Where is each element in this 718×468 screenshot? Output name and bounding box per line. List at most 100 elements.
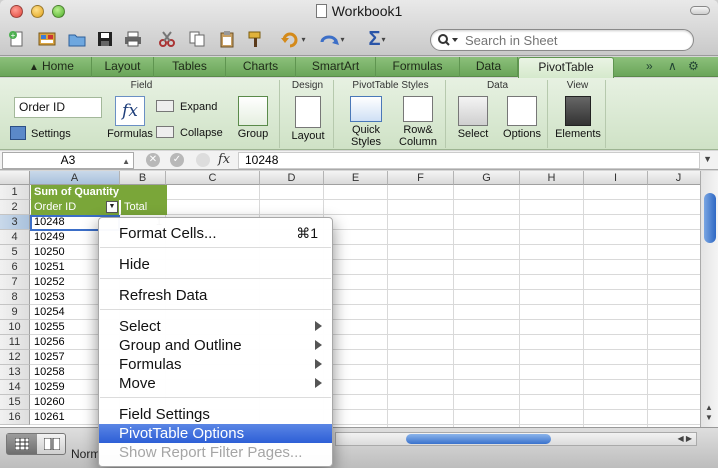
tab-home[interactable]: ▲ Home <box>12 57 92 77</box>
column-header-g[interactable]: G <box>454 171 520 185</box>
layout-button[interactable]: Layout <box>286 96 330 142</box>
tab-layout[interactable]: Layout <box>92 57 154 77</box>
column-header-f[interactable]: F <box>388 171 454 185</box>
redo-button[interactable]: ▾ <box>316 27 348 51</box>
menu-item-pivottable-options[interactable]: PivotTable Options <box>99 424 332 443</box>
column-header-e[interactable]: E <box>324 171 388 185</box>
row-header-1[interactable]: 1 <box>0 185 30 200</box>
formulas-button[interactable]: fx Formulas <box>106 96 154 140</box>
column-header-d[interactable]: D <box>260 171 324 185</box>
row-header-13[interactable]: 13 <box>0 365 30 380</box>
tab-smartart[interactable]: SmartArt <box>296 57 376 77</box>
formula-expand-icon[interactable]: ▼ <box>703 154 712 164</box>
field-settings-button[interactable]: Settings <box>10 126 84 140</box>
column-header-h[interactable]: H <box>520 171 584 185</box>
new-document-button[interactable]: + <box>6 27 28 51</box>
tab-pivottable[interactable]: PivotTable <box>518 57 614 78</box>
menu-item-refresh-data[interactable]: Refresh Data <box>99 286 332 305</box>
field-name-input[interactable]: Order ID <box>14 97 102 118</box>
copy-button[interactable] <box>186 27 208 51</box>
format-painter-button[interactable] <box>244 27 266 51</box>
row-header-11[interactable]: 11 <box>0 335 30 350</box>
fx-icon[interactable]: fx <box>218 152 230 167</box>
quick-styles-button[interactable]: Quick Styles <box>342 96 390 148</box>
row-column-button[interactable]: Row& Column <box>394 96 442 148</box>
tab-tables[interactable]: Tables <box>154 57 226 77</box>
vertical-scrollbar[interactable]: ▲ ▼ <box>700 171 718 427</box>
open-button[interactable] <box>66 27 88 51</box>
name-box[interactable]: A3 ▲▼ <box>2 152 134 181</box>
gallery-icon <box>38 32 56 46</box>
save-button[interactable] <box>94 27 116 51</box>
tab-data[interactable]: Data <box>460 57 518 77</box>
row-header-16[interactable]: 16 <box>0 410 30 425</box>
vertical-scroll-arrows-icon[interactable]: ▲ ▼ <box>705 403 713 423</box>
cut-button[interactable] <box>156 27 178 51</box>
printer-icon <box>125 31 141 47</box>
menu-item-field-settings[interactable]: Field Settings <box>99 405 332 424</box>
row-header-8[interactable]: 8 <box>0 290 30 305</box>
column-header-i[interactable]: I <box>584 171 648 185</box>
row-header-4[interactable]: 4 <box>0 230 30 245</box>
column-header-b[interactable]: B <box>120 171 166 185</box>
row-header-2[interactable]: 2 <box>0 200 30 215</box>
column-header-c[interactable]: C <box>166 171 260 185</box>
vertical-scroll-thumb[interactable] <box>704 193 716 243</box>
collapse-ribbon-icon[interactable]: ∧ <box>668 59 677 73</box>
row-header-10[interactable]: 10 <box>0 320 30 335</box>
options-button[interactable]: Options <box>498 96 546 140</box>
filter-dropdown-icon[interactable]: ▼ <box>106 201 118 213</box>
horizontal-scroll-arrows-icon[interactable]: ◀ ▶ <box>677 434 692 443</box>
expand-button[interactable]: Expand <box>156 100 222 113</box>
menu-item-hide[interactable]: Hide <box>99 255 332 274</box>
collapse-button[interactable]: Collapse <box>156 126 226 139</box>
row-header-9[interactable]: 9 <box>0 305 30 320</box>
select-button[interactable]: Select <box>452 96 494 140</box>
elements-button[interactable]: Elements <box>552 96 604 140</box>
search-box[interactable] <box>430 29 694 51</box>
toolbar-toggle-pill[interactable] <box>690 6 710 15</box>
menu-item-show-report-filter-pages[interactable]: Show Report Filter Pages... <box>99 443 332 462</box>
horizontal-scroll-thumb[interactable] <box>406 434 551 444</box>
row-header-6[interactable]: 6 <box>0 260 30 275</box>
row-header-5[interactable]: 5 <box>0 245 30 260</box>
formula-input[interactable]: 10248 <box>238 152 700 169</box>
menu-item-formulas[interactable]: Formulas <box>99 355 332 374</box>
row-header-3[interactable]: 3 <box>0 215 30 230</box>
column-header-j[interactable]: J <box>648 171 700 185</box>
function-menu-icon[interactable] <box>196 153 210 167</box>
menu-item-select[interactable]: Select <box>99 317 332 336</box>
menu-item-format-cells[interactable]: Format Cells... ⌘1 <box>99 224 332 243</box>
autosum-dropdown-icon[interactable]: ▾ <box>382 35 386 44</box>
print-button[interactable] <box>122 27 144 51</box>
group-button[interactable]: Group <box>230 96 276 140</box>
page-layout-view-icon <box>44 438 60 450</box>
ribbon-settings-icon[interactable]: ⚙ <box>688 59 699 73</box>
layout-icon <box>295 96 321 128</box>
normal-view-button[interactable] <box>7 434 37 454</box>
row-header-7[interactable]: 7 <box>0 275 30 290</box>
gallery-button[interactable] <box>36 27 58 51</box>
cancel-entry-icon[interactable]: ✕ <box>146 153 160 167</box>
undo-button[interactable]: ▾ <box>278 27 308 51</box>
total-header-cell[interactable]: Total <box>121 200 167 215</box>
tab-charts[interactable]: Charts <box>226 57 296 77</box>
row-header-12[interactable]: 12 <box>0 350 30 365</box>
autosum-button[interactable]: Σ ▾ <box>362 27 392 51</box>
row-header-14[interactable]: 14 <box>0 380 30 395</box>
tab-formulas[interactable]: Formulas <box>376 57 460 77</box>
undo-dropdown-icon[interactable]: ▾ <box>301 35 305 44</box>
confirm-entry-icon[interactable]: ✓ <box>170 153 184 167</box>
more-tabs-icon[interactable]: » <box>646 59 653 73</box>
redo-dropdown-icon[interactable]: ▾ <box>340 35 344 44</box>
page-layout-view-button[interactable] <box>37 434 67 454</box>
menu-item-group-outline[interactable]: Group and Outline <box>99 336 332 355</box>
horizontal-scrollbar[interactable]: ◀ ▶ <box>335 432 697 446</box>
menu-item-move[interactable]: Move <box>99 374 332 393</box>
search-input[interactable] <box>465 32 685 48</box>
column-header-a[interactable]: A <box>30 171 120 185</box>
paste-button[interactable] <box>216 27 238 51</box>
select-all-corner[interactable] <box>0 171 30 185</box>
pivot-header-cell[interactable]: Sum of Quantity <box>31 185 167 200</box>
row-header-15[interactable]: 15 <box>0 395 30 410</box>
